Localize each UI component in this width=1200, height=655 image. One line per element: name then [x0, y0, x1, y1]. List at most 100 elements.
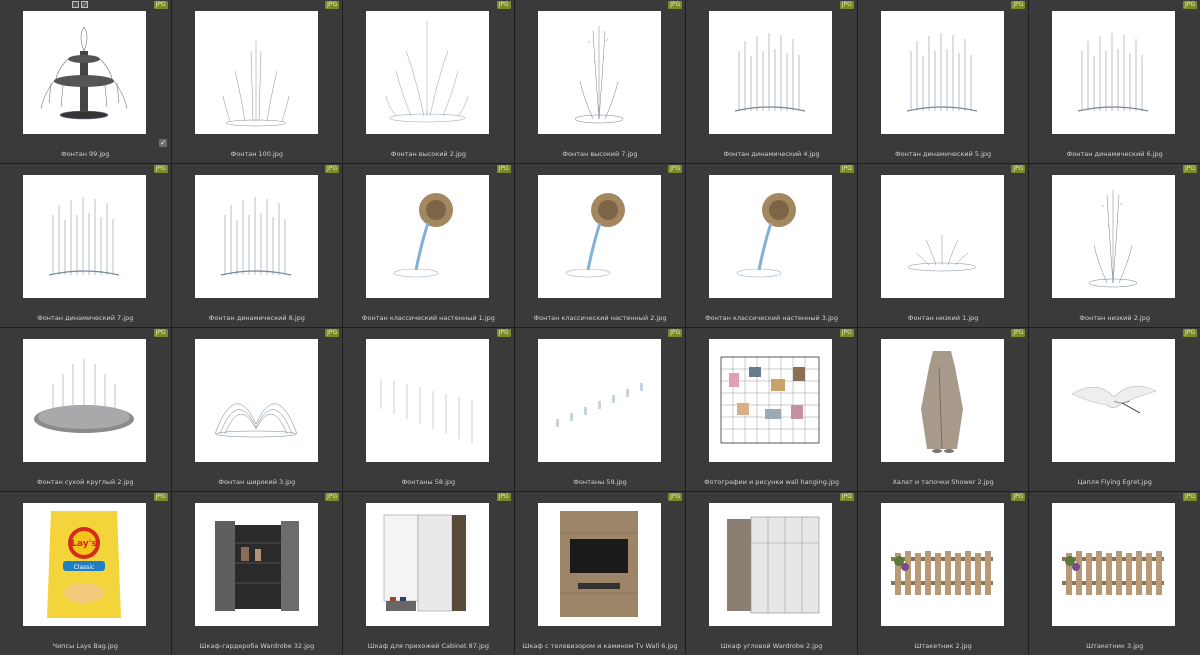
thumbnail-image[interactable] — [709, 11, 833, 134]
thumbnail-item[interactable]: JPG Фонтан низкий 2.jpg — [1029, 164, 1200, 327]
thumbnail-item[interactable]: JPG Штакетник 2.jpg — [857, 492, 1029, 655]
file-name-label: Штакетник 3.jpg — [1086, 642, 1144, 650]
thumbnail-image[interactable] — [537, 503, 661, 626]
thumbnail-item[interactable]: JPG Фонтан 99.jpg ✓ — [0, 0, 171, 163]
thumbnail-image[interactable] — [194, 339, 318, 462]
file-name-label: Фонтан динамический 8.jpg — [208, 314, 305, 322]
thumbnail-item[interactable]: JPG Фотографии и рисунки wall hanging.jp… — [686, 328, 857, 491]
thumbnail-item[interactable]: JPG Штакетник 3.jpg — [1029, 492, 1200, 655]
view-toggles — [72, 1, 88, 8]
tv-wall-icon — [559, 511, 638, 617]
thumbnail-item[interactable]: JPG Фонтан классический настенный 3.jpg — [686, 164, 857, 327]
thumbnail-image[interactable] — [1052, 339, 1176, 462]
thumbnail-image[interactable] — [880, 175, 1004, 298]
thumbnail-image[interactable] — [194, 175, 318, 298]
chips-brand-text: Lay's — [71, 539, 97, 549]
file-name-label: Фонтан низкий 1.jpg — [907, 314, 979, 322]
thumbnail-image[interactable] — [1052, 503, 1176, 626]
thumbnail-image[interactable] — [194, 11, 318, 134]
thumbnail-item[interactable]: JPG Халат и тапочки Shower 2.jpg — [857, 328, 1029, 491]
square-toggle-icon[interactable] — [72, 1, 79, 8]
thumbnail-image[interactable] — [23, 339, 146, 462]
checkmark-icon[interactable]: ✓ — [159, 139, 167, 147]
thumbnail-item[interactable]: JPG Фонтан динамический 4.jpg — [686, 0, 857, 163]
thumbnail-item[interactable]: JPG Фонтан динамический 8.jpg — [171, 164, 343, 327]
slash-toggle-icon[interactable] — [81, 1, 88, 8]
thumbnail-image[interactable] — [366, 175, 490, 298]
chips-bag-icon: Lay's Classic — [47, 511, 121, 618]
thumbnail-image[interactable] — [537, 339, 661, 462]
egret-icon — [1071, 385, 1158, 414]
wall-fountain-icon — [393, 193, 454, 278]
fence-icon — [1062, 551, 1165, 595]
thumbnail-image[interactable] — [880, 11, 1004, 134]
thumbnail-image[interactable] — [23, 175, 146, 298]
thumbnail-item[interactable]: JPG Фонтан динамический 5.jpg — [857, 0, 1029, 163]
wall-grid-icon — [720, 356, 820, 444]
thumbnail-item[interactable]: JPG Фонтаны 58.jpg — [343, 328, 514, 491]
thumbnail-image[interactable] — [709, 339, 833, 462]
thumbnail-image[interactable] — [366, 11, 490, 134]
curtain-fountain-icon — [906, 33, 977, 112]
file-type-badge: JPG — [496, 165, 511, 173]
cabinet-icon — [383, 514, 467, 612]
thumbnail-image[interactable] — [194, 503, 318, 626]
thumbnail-item[interactable]: JPG Цапля Flying Egret.jpg — [1029, 328, 1200, 491]
thumbnail-item[interactable]: JPG Фонтан динамический 6.jpg — [1029, 0, 1200, 163]
file-type-badge: JPG — [1011, 329, 1026, 337]
file-type-badge: JPG — [153, 165, 168, 173]
thumbnail-image[interactable] — [880, 339, 1004, 462]
thumbnail-image[interactable] — [537, 11, 661, 134]
thumbnail-image[interactable] — [23, 11, 146, 134]
thumbnail-item[interactable]: JPG Фонтан высокий 7.jpg — [514, 0, 686, 163]
file-type-badge: JPG — [1182, 329, 1197, 337]
thumbnail-item[interactable]: JPG Фонтан широкий 3.jpg — [171, 328, 343, 491]
file-name-label: Цапля Flying Egret.jpg — [1077, 478, 1152, 486]
thumbnail-image[interactable] — [366, 503, 490, 626]
arc-fountain-icon — [214, 403, 297, 438]
thumbnail-image[interactable] — [709, 503, 833, 626]
fountain-jets-icon — [555, 383, 643, 427]
thumbnail-item[interactable]: JPG Фонтан динамический 7.jpg — [0, 164, 171, 327]
thumbnail-image[interactable] — [880, 503, 1004, 626]
thumbnail-item[interactable]: JPG Фонтаны 59.jpg — [514, 328, 686, 491]
low-fountain-icon — [907, 235, 977, 272]
thumbnail-image[interactable] — [366, 339, 490, 462]
thumbnail-item[interactable]: JPG Шкаф-гардероба Wardrobe 32.jpg — [171, 492, 343, 655]
spray-fountain-icon — [574, 26, 623, 124]
thumbnail-item[interactable]: JPG Фонтан классический настенный 1.jpg — [343, 164, 514, 327]
file-name-label: Фонтан 99.jpg — [61, 150, 110, 158]
file-type-badge: JPG — [839, 329, 854, 337]
thumbnail-image[interactable] — [709, 175, 833, 298]
file-type-badge: JPG — [1182, 165, 1197, 173]
file-name-label: Фонтан динамический 6.jpg — [1066, 150, 1163, 158]
file-name-label: Шкаф для прихожей Cabinet 87.jpg — [367, 642, 490, 650]
file-name-label: Фонтан классический настенный 3.jpg — [705, 314, 839, 322]
file-name-label: Фонтан высокий 7.jpg — [562, 150, 638, 158]
file-type-badge: JPG — [668, 329, 683, 337]
curtain-fountain-icon — [735, 33, 806, 112]
file-type-badge: JPG — [153, 493, 168, 501]
thumbnail-item[interactable]: JPG Шкаф угловой Wardrobe 2.jpg — [686, 492, 857, 655]
file-name-label: Фонтан классический настенный 1.jpg — [361, 314, 495, 322]
fountain-row-icon — [380, 379, 473, 443]
thumbnail-item[interactable]: JPG Lay's Classic Чипсы Lays Bag.jpg — [0, 492, 171, 655]
thumbnail-image[interactable] — [1052, 11, 1176, 134]
thumbnail-image[interactable] — [537, 175, 661, 298]
thumbnail-item[interactable]: JPG Шкаф с телевизором и камином Tv Wall… — [514, 492, 686, 655]
thumbnail-item[interactable]: JPG Шкаф для прихожей Cabinet 87.jpg — [343, 492, 514, 655]
file-name-label: Фонтан сухой круглый 2.jpg — [36, 478, 134, 486]
file-name-label: Шкаф угловой Wardrobe 2.jpg — [720, 642, 823, 650]
thumbnail-image[interactable] — [1052, 175, 1176, 298]
round-dry-fountain-icon — [34, 359, 134, 433]
chips-flavor-text: Classic — [74, 564, 95, 571]
thumbnail-item[interactable]: JPG Фонтан высокий 2.jpg — [343, 0, 514, 163]
thumbnail-item[interactable]: JPG Фонтан 100.jpg — [171, 0, 343, 163]
thumbnail-item[interactable]: JPG Фонтан низкий 1.jpg — [857, 164, 1029, 327]
thumbnail-item[interactable]: JPG Фонтан сухой круглый 2.jpg — [0, 328, 171, 491]
thumbnail-image[interactable]: Lay's Classic — [23, 503, 146, 626]
thumbnail-item[interactable]: JPG Фонтан классический настенный 2.jpg — [514, 164, 686, 327]
file-type-badge: JPG — [1011, 493, 1026, 501]
file-name-label: Фонтаны 58.jpg — [401, 478, 456, 486]
file-type-badge: JPG — [325, 493, 340, 501]
